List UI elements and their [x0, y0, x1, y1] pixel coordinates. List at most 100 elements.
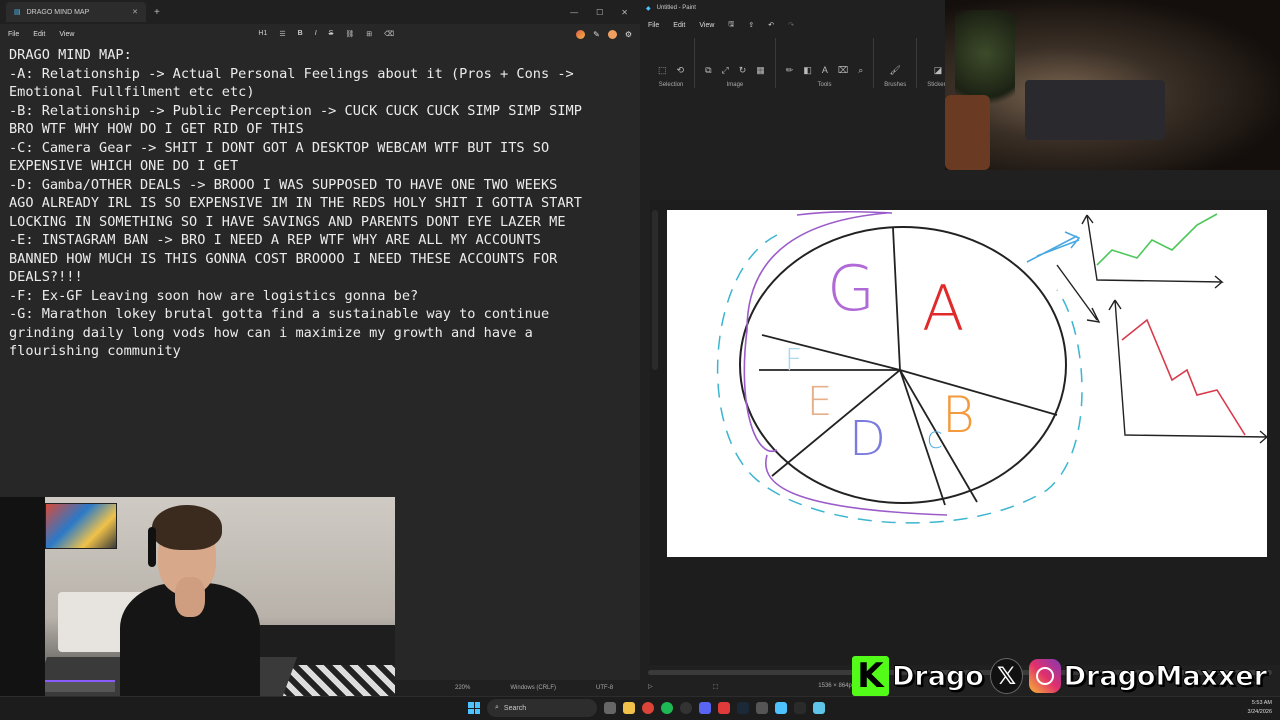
- notepad-tab[interactable]: ▤ DRAGO MIND MAP ✕: [6, 2, 146, 22]
- line-ending: Windows (CRLF): [510, 685, 557, 691]
- editor-line: -G: Marathon lokey brutal gotta find a s…: [9, 306, 550, 322]
- clock-date: 3/24/2026: [1247, 709, 1272, 715]
- pie-letter-a: A: [922, 272, 964, 345]
- list-icon[interactable]: ☰: [279, 30, 285, 38]
- paint-vertical-scrollbar[interactable]: [652, 210, 658, 370]
- share-icon[interactable]: ⇪: [748, 21, 754, 29]
- editor-line: -F: Ex-GF Leaving soon how are logistics…: [9, 287, 419, 304]
- search-icon: ⌕: [495, 704, 499, 711]
- taskbar: ⌕ Search 5:53 AM 3/24/2026: [0, 696, 1280, 720]
- taskbar-search[interactable]: ⌕ Search: [487, 699, 597, 717]
- canvas-size: 1536 × 864px: [818, 683, 855, 689]
- save-icon[interactable]: 🖫: [728, 20, 734, 31]
- italic-icon[interactable]: I: [315, 30, 317, 38]
- ribbon-label-brushes: Brushes: [884, 82, 907, 88]
- pie-letter-f: F: [785, 343, 802, 378]
- settings-icon[interactable]: ⚙: [625, 30, 632, 39]
- file-explorer-icon[interactable]: [623, 702, 635, 714]
- monitor: [0, 497, 45, 696]
- clock-time: 5:53 AM: [1251, 700, 1272, 706]
- bottom-chart-red-line: [1121, 318, 1246, 436]
- menu-edit[interactable]: Edit: [33, 31, 45, 38]
- ribbon-group-selection: ⬚ ⟲ Selection: [648, 38, 696, 88]
- pie-letter-g: G: [827, 252, 875, 325]
- pie-letter-d: D: [849, 411, 886, 467]
- ribbon-label-selection: Selection: [658, 82, 684, 88]
- link-icon[interactable]: ⛓: [345, 30, 354, 38]
- bold-icon[interactable]: B: [298, 30, 303, 38]
- undo-icon[interactable]: ↶: [768, 21, 774, 29]
- editor-line: -E: INSTAGRAM BAN -> BRO I NEED A REP WT…: [9, 232, 541, 248]
- top-chart-axes: [1081, 214, 1224, 289]
- minimize-icon[interactable]: —: [570, 8, 578, 17]
- obs-icon[interactable]: [680, 702, 692, 714]
- select-icon[interactable]: ⬚: [658, 65, 667, 76]
- format-toolbar: H1 ☰ B I S ⛓ ⊞ ⌫: [258, 30, 394, 38]
- rotate-icon[interactable]: ↻: [739, 65, 747, 76]
- editor-line: DEALS?!!!: [9, 269, 83, 285]
- ribbon-label-image: Image: [726, 82, 744, 88]
- paint-canvas[interactable]: G A B C D E F: [667, 210, 1269, 557]
- app-red-icon[interactable]: [718, 702, 730, 714]
- editor-line: grinding daily long vods how can i maxim…: [9, 324, 533, 341]
- menu-view[interactable]: View: [59, 31, 74, 38]
- zoom-level: 220%: [455, 685, 471, 691]
- kick-logo-icon: K: [852, 656, 889, 696]
- notepad-editor[interactable]: DRAGO MIND MAP: -A: Relationship -> Actua…: [9, 46, 639, 361]
- paint-menu-edit[interactable]: Edit: [673, 22, 685, 29]
- redo-icon[interactable]: ↷: [788, 21, 794, 29]
- brush-icon[interactable]: 🖌: [890, 65, 901, 76]
- new-tab-button[interactable]: +: [154, 7, 160, 18]
- streamer: [120, 505, 260, 696]
- instagram-logo-icon: [1029, 659, 1061, 693]
- app-dark-icon[interactable]: [794, 702, 806, 714]
- copilot-icon[interactable]: [576, 29, 586, 39]
- clear-format-icon[interactable]: ⌫: [384, 30, 394, 38]
- notepad-taskbar-icon[interactable]: [775, 702, 787, 714]
- close-icon[interactable]: ✕: [621, 8, 628, 17]
- search-label: Search: [503, 704, 527, 712]
- paint-title: Untitled - Paint: [656, 5, 696, 11]
- encoding: UTF-8: [596, 685, 614, 691]
- resize-icon[interactable]: ⤢: [722, 65, 729, 76]
- start-icon[interactable]: [468, 702, 480, 714]
- app-gray-icon[interactable]: [756, 702, 768, 714]
- notepad-tab-title: DRAGO MIND MAP: [26, 8, 90, 16]
- select-rotate-icon[interactable]: ⟲: [677, 65, 685, 76]
- account-avatar[interactable]: [607, 29, 617, 39]
- table-icon[interactable]: ⊞: [366, 30, 372, 38]
- notepad-right-tools: ✎ ⚙: [576, 29, 632, 39]
- maximize-icon[interactable]: ☐: [596, 8, 603, 17]
- mind-map-drawing: G A B C D E F: [716, 210, 1269, 524]
- magnifier-icon[interactable]: ⌕: [858, 65, 863, 76]
- editor-line: BRO WTF WHY HOW DO I GET RID OF THIS: [9, 121, 304, 137]
- task-view-icon[interactable]: [604, 702, 616, 714]
- chrome-icon[interactable]: [642, 702, 654, 714]
- strikethrough-icon[interactable]: S: [329, 30, 334, 38]
- pie-letter-c: C: [927, 429, 942, 454]
- crop-icon[interactable]: ⧉: [705, 65, 711, 76]
- image-icon[interactable]: ▦: [756, 65, 765, 76]
- eraser-icon[interactable]: ⌧: [838, 65, 848, 76]
- heading-dropdown[interactable]: H1: [258, 30, 267, 38]
- pencil-icon[interactable]: ✏: [786, 65, 794, 76]
- webcam-feed: [0, 497, 395, 696]
- steam-icon[interactable]: [737, 702, 749, 714]
- top-chart-green-line: [1096, 213, 1218, 266]
- rewrite-icon[interactable]: ✎: [593, 30, 600, 39]
- sticker-icon[interactable]: ◪: [934, 65, 943, 76]
- screen: ▤ DRAGO MIND MAP ✕ + — ☐ ✕ File Edit Vie…: [0, 0, 1280, 720]
- paint-menu-file[interactable]: File: [648, 22, 659, 29]
- menu-file[interactable]: File: [8, 31, 19, 38]
- spotify-icon[interactable]: [661, 702, 673, 714]
- editor-line: -C: Camera Gear -> SHIT I DONT GOT A DES…: [9, 139, 550, 156]
- close-tab-icon[interactable]: ✕: [132, 8, 138, 16]
- text-icon[interactable]: A: [822, 65, 828, 76]
- system-clock[interactable]: 5:53 AM 3/24/2026: [1248, 699, 1272, 717]
- fill-icon[interactable]: ◧: [803, 65, 812, 76]
- pie-letter-e: E: [807, 379, 832, 425]
- paint-menu-view[interactable]: View: [699, 22, 714, 29]
- discord-icon[interactable]: [699, 702, 711, 714]
- paint-taskbar-icon[interactable]: [813, 702, 825, 714]
- ribbon-group-brushes: 🖌 Brushes: [874, 38, 918, 88]
